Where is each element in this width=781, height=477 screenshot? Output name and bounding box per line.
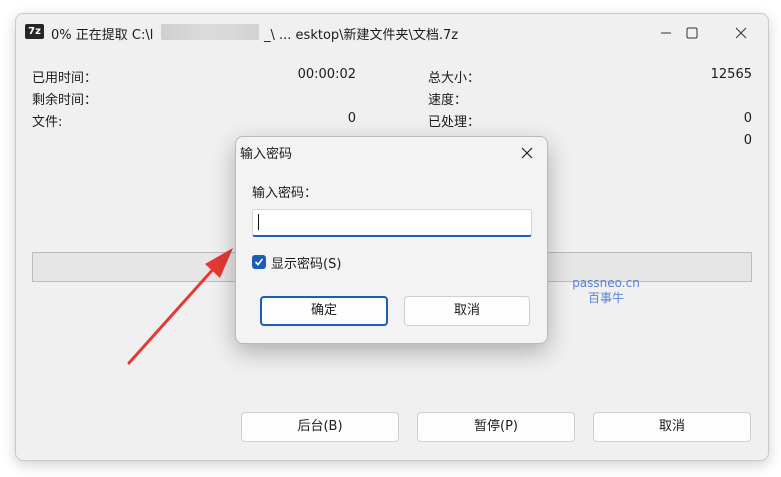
show-password-checkbox[interactable] [252, 255, 266, 269]
password-dialog: 输入密码 输入密码： 显示密码(S) 确定 取消 [235, 136, 548, 344]
dialog-cancel-button[interactable]: 取消 [404, 296, 530, 326]
dialog-close-button[interactable] [515, 143, 539, 163]
checkmark-icon [254, 258, 264, 266]
ok-button[interactable]: 确定 [260, 296, 388, 326]
dialog-title: 输入密码 [240, 147, 293, 162]
password-input[interactable] [252, 209, 532, 237]
password-field-label: 输入密码： [252, 186, 318, 201]
text-caret [258, 214, 259, 230]
show-password-label[interactable]: 显示密码(S) [271, 253, 341, 272]
close-icon [521, 147, 533, 159]
